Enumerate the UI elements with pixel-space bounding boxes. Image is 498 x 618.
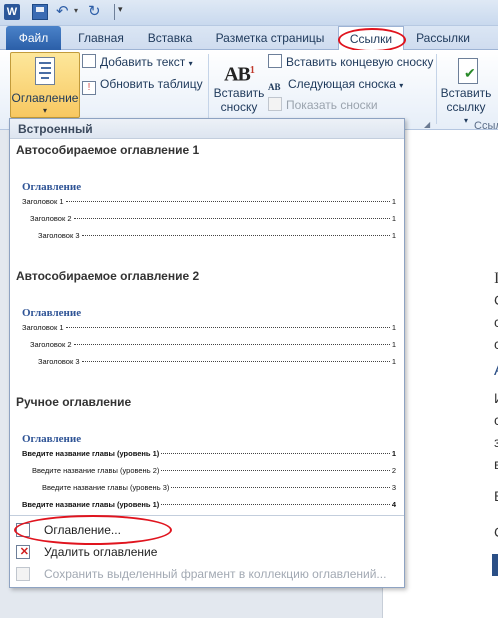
customize-toolbar-icon[interactable]: ▾: [118, 4, 134, 20]
word-logo-icon[interactable]: W: [4, 4, 20, 20]
insert-footnote-label-1: Вставить: [213, 86, 265, 100]
tab-page-layout[interactable]: Разметка страницы: [208, 26, 332, 50]
document-text: з: [494, 434, 498, 450]
toc-button-label: Оглавление: [11, 91, 79, 105]
toc-document-icon: [35, 57, 55, 85]
document-text: c: [494, 314, 498, 330]
footnote-icon: AB1: [224, 63, 255, 86]
add-text-label: Добавить текст: [100, 55, 186, 69]
gallery-item-auto-toc-2[interactable]: Автособираемое оглавление 2 Оглавление З…: [12, 267, 402, 371]
add-text-button[interactable]: Добавить текст ▾: [82, 53, 193, 71]
insert-endnote-label: Вставить концевую сноску: [286, 55, 434, 69]
toc-dialog-menu-item[interactable]: Оглавление...: [10, 520, 404, 540]
insert-citation-button[interactable]: Вставить ссылку ▾: [440, 56, 492, 128]
undo-dropdown-icon[interactable]: ▾: [74, 6, 78, 15]
show-notes-button[interactable]: Показать сноски: [268, 96, 378, 114]
toc-preview-heading: Оглавление: [22, 433, 82, 445]
gallery-item-title: Автособираемое оглавление 2: [16, 269, 200, 283]
next-footnote-label: Следующая сноска: [288, 77, 396, 91]
gallery-item-manual-toc[interactable]: Ручное оглавление Оглавление Введите наз…: [12, 393, 402, 513]
update-icon: !: [82, 81, 96, 95]
save-selection-label: Сохранить выделенный фрагмент в коллекци…: [44, 567, 387, 581]
tab-insert[interactable]: Вставка: [138, 26, 202, 50]
gallery-item-title: Автособираемое оглавление 1: [16, 143, 200, 157]
toc-preview-line: Заголовок 21: [30, 340, 396, 349]
toc-preview-line: Заголовок 11: [22, 197, 396, 206]
remove-toc-label: Удалить оглавление: [44, 545, 158, 559]
toc-preview-heading: Оглавление: [22, 181, 82, 193]
next-footnote-button[interactable]: AB Следующая сноска ▾: [268, 75, 403, 93]
ribbon-tabs: Файл Главная Вставка Разметка страницы С…: [0, 26, 498, 52]
document-image-fragment: [492, 554, 498, 576]
group-separator: [208, 54, 209, 124]
update-table-button[interactable]: ! Обновить таблицу: [82, 75, 203, 95]
chevron-down-icon: ▾: [42, 106, 47, 115]
document-text: в: [494, 456, 498, 472]
group-separator: [436, 54, 437, 124]
save-icon[interactable]: [32, 4, 48, 20]
gallery-item-title: Ручное оглавление: [16, 395, 132, 409]
toc-preview-line: Заголовок 31: [38, 231, 396, 240]
toc-preview-line: Введите название главы (уровень 1) 4: [22, 500, 396, 509]
chevron-down-icon: ▾: [188, 59, 193, 68]
tab-mailings[interactable]: Рассылки: [410, 26, 476, 50]
tab-file[interactable]: Файл: [6, 26, 61, 50]
save-to-gallery-icon: [16, 567, 30, 581]
document-text: И: [494, 390, 498, 406]
toc-preview-heading: Оглавление: [22, 307, 82, 319]
document-text: I: [494, 270, 498, 287]
remove-toc-icon: ✕: [16, 545, 30, 559]
insert-endnote-button[interactable]: Вставить концевую сноску: [268, 53, 433, 71]
insert-footnote-button[interactable]: AB1 Вставить сноску: [212, 56, 266, 114]
toc-preview-line: Введите название главы (уровень 2) 2: [32, 466, 396, 475]
insert-citation-label-2: ссылку: [446, 100, 486, 114]
toolbar-separator: [114, 4, 115, 20]
document-text: c: [494, 336, 498, 352]
endnote-icon: [268, 54, 282, 68]
gallery-footer-separator: [10, 515, 404, 516]
tab-home[interactable]: Главная: [70, 26, 132, 50]
remove-toc-menu-item[interactable]: ✕ Удалить оглавление: [10, 542, 404, 562]
tab-references[interactable]: Ссылки: [338, 26, 404, 51]
show-notes-icon: [268, 97, 282, 111]
update-table-label: Обновить таблицу: [100, 77, 203, 91]
save-selection-menu-item[interactable]: Сохранить выделенный фрагмент в коллекци…: [10, 564, 404, 584]
toc-preview-line: Заголовок 11: [22, 323, 396, 332]
dialog-launcher-icon[interactable]: ◢: [424, 120, 430, 129]
toc-settings-icon: [16, 523, 30, 537]
toc-preview-line: Заголовок 31: [38, 357, 396, 366]
document-text: C: [494, 292, 498, 308]
toc-dialog-label: Оглавление...: [44, 523, 121, 537]
toc-preview-line: Введите название главы (уровень 1) 1: [22, 449, 396, 458]
toc-preview-line: Заголовок 21: [30, 214, 396, 223]
document-text: A: [494, 362, 498, 380]
toc-button[interactable]: Оглавление ▾: [10, 52, 80, 118]
add-text-icon: [82, 54, 96, 68]
insert-footnote-label-2: сноску: [220, 100, 258, 114]
gallery-header: Встроенный: [10, 119, 404, 139]
document-text: c: [494, 412, 498, 428]
next-footnote-icon: AB: [268, 82, 281, 92]
insert-citation-label-1: Вставить: [440, 86, 492, 100]
quick-access-toolbar: W ↶ ▾ ↻ ▾: [0, 0, 498, 26]
toc-preview-line: Введите название главы (уровень 3) 3: [42, 483, 396, 492]
undo-icon[interactable]: ↶: [56, 4, 72, 20]
redo-icon[interactable]: ↻: [88, 4, 104, 20]
document-text: С: [494, 524, 498, 540]
citation-icon: [452, 56, 480, 86]
chevron-down-icon: ▾: [399, 81, 404, 90]
document-text: В: [494, 488, 498, 504]
toc-gallery-dropdown: Встроенный Автособираемое оглавление 1 О…: [9, 118, 405, 588]
gallery-item-auto-toc-1[interactable]: Автособираемое оглавление 1 Оглавление З…: [12, 141, 402, 245]
show-notes-label: Показать сноски: [286, 98, 378, 112]
